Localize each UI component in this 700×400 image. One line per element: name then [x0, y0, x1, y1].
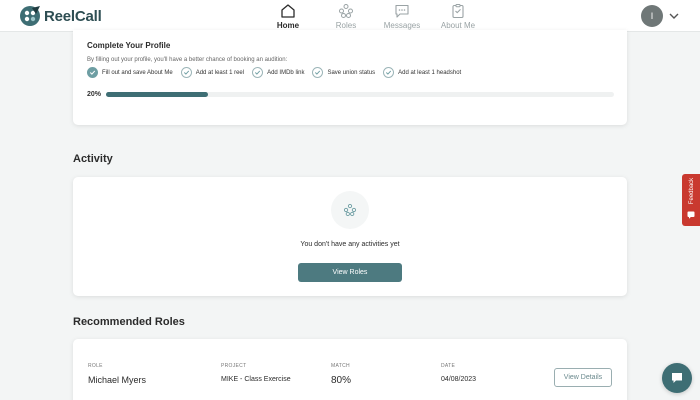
view-details-button[interactable]: View Details — [554, 368, 612, 387]
profile-task-label: Save union status — [327, 69, 376, 76]
recommended-roles-card: ROLE PROJECT MATCH DATE Michael Myers MI… — [73, 339, 627, 400]
about-me-icon — [452, 4, 464, 19]
nav-messages[interactable]: Messages — [377, 0, 427, 32]
reelcall-logo-icon — [20, 6, 40, 26]
recommended-roles-heading: Recommended Roles — [73, 316, 185, 328]
nav-messages-label: Messages — [383, 21, 421, 30]
role-name[interactable]: Michael Myers — [88, 375, 146, 385]
chevron-down-icon[interactable] — [668, 11, 680, 21]
nav-about-me[interactable]: About Me — [433, 0, 483, 32]
activity-empty-illustration — [331, 191, 369, 229]
profile-task[interactable]: Save union status — [312, 67, 375, 78]
check-circle-icon — [312, 67, 324, 78]
column-header-project: PROJECT — [221, 363, 247, 369]
logo[interactable]: ReelCall — [19, 5, 102, 27]
profile-progress-fill — [106, 92, 208, 97]
profile-task[interactable]: Add at least 1 reel — [180, 67, 245, 78]
profile-progress-bar — [106, 92, 614, 97]
profile-task-label: Add IMDb link — [267, 69, 305, 76]
chat-bubble-icon — [672, 373, 682, 383]
nav-home-label: Home — [276, 21, 300, 30]
messages-icon — [395, 4, 409, 18]
profile-task[interactable]: Add at least 1 headshot — [383, 67, 461, 78]
role-date: 04/08/2023 — [441, 376, 477, 383]
check-circle-icon — [87, 67, 98, 78]
nav-home[interactable]: Home — [263, 0, 313, 32]
activity-empty-text: You don't have any activities yet — [300, 241, 400, 248]
check-circle-icon — [180, 67, 192, 78]
profile-task-label: Fill out and save About Me — [102, 69, 173, 76]
profile-task-list: Fill out and save About Me Add at least … — [87, 67, 469, 78]
main-nav: Home Roles Messages About Me — [263, 0, 483, 32]
feedback-icon — [687, 211, 695, 219]
complete-profile-title: Complete Your Profile — [87, 41, 171, 50]
role-project: MIKE - Class Exercise — [221, 376, 291, 383]
user-avatar[interactable]: I — [641, 5, 663, 27]
profile-task[interactable]: Fill out and save About Me — [87, 67, 173, 78]
column-header-date: DATE — [441, 363, 456, 369]
feedback-label: Feedback — [689, 177, 695, 205]
check-circle-icon — [252, 67, 264, 78]
check-circle-icon — [383, 67, 395, 78]
profile-progress-label: 20% — [87, 91, 102, 98]
column-header-match: MATCH — [331, 363, 350, 369]
activity-card: You don't have any activities yet View R… — [73, 177, 627, 296]
nav-about-me-label: About Me — [440, 21, 476, 30]
roles-icon — [339, 4, 353, 18]
complete-profile-card: Complete Your Profile By filling out you… — [73, 30, 627, 125]
complete-profile-subtitle: By filling out your profile, you'll have… — [87, 57, 288, 63]
nav-roles[interactable]: Roles — [321, 0, 371, 32]
view-roles-button[interactable]: View Roles — [298, 263, 402, 282]
profile-task[interactable]: Add IMDb link — [252, 67, 304, 78]
profile-task-label: Add at least 1 headshot — [398, 69, 462, 76]
home-icon — [281, 4, 295, 18]
top-header: ReelCall Home Roles Messages About Me I — [0, 0, 700, 32]
profile-task-label: Add at least 1 reel — [195, 69, 245, 76]
activity-heading: Activity — [73, 153, 113, 165]
role-match: 80% — [331, 375, 352, 386]
roles-icon — [343, 203, 357, 217]
chat-launcher-button[interactable] — [662, 363, 692, 393]
column-header-role: ROLE — [88, 363, 103, 369]
nav-roles-label: Roles — [335, 21, 357, 30]
app-name: ReelCall — [44, 7, 102, 25]
